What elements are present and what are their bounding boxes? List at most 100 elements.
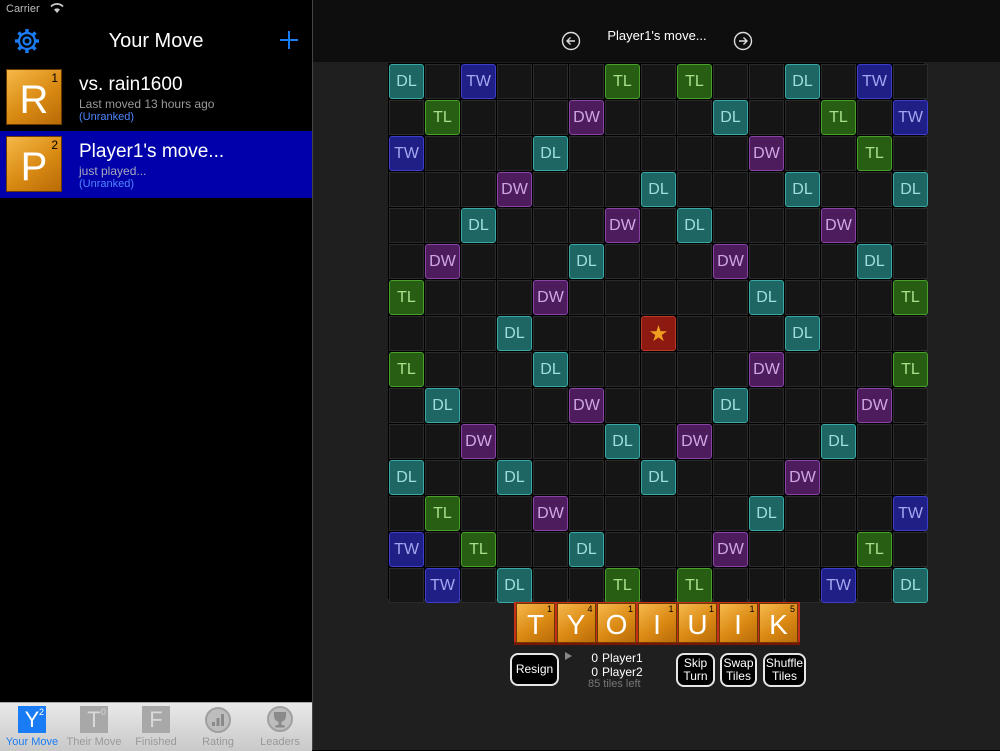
board-square[interactable] (461, 496, 496, 531)
bonus-square-dl[interactable]: DL (569, 244, 604, 279)
board-square[interactable] (389, 496, 424, 531)
board-square[interactable] (461, 388, 496, 423)
bonus-square-dw[interactable]: DW (713, 244, 748, 279)
bonus-square-dl[interactable]: DL (497, 460, 532, 495)
board-square[interactable] (713, 64, 748, 99)
bonus-square-dl[interactable]: DL (389, 460, 424, 495)
board-square[interactable] (857, 316, 892, 351)
board-square[interactable] (677, 172, 712, 207)
board-square[interactable] (425, 208, 460, 243)
board-square[interactable] (857, 352, 892, 387)
board-square[interactable] (461, 460, 496, 495)
board-square[interactable] (533, 208, 568, 243)
board-square[interactable] (785, 424, 820, 459)
board-square[interactable] (389, 244, 424, 279)
board-square[interactable] (821, 244, 856, 279)
rack-tile[interactable]: I1 (718, 603, 758, 643)
board-square[interactable] (497, 64, 532, 99)
tab-finished[interactable]: F Finished (125, 703, 187, 751)
board-square[interactable] (497, 388, 532, 423)
board-square[interactable] (821, 352, 856, 387)
rack-tile[interactable]: U1 (678, 603, 717, 643)
board-square[interactable] (425, 460, 460, 495)
bonus-square-tl[interactable]: TL (461, 532, 496, 567)
board-square[interactable] (533, 100, 568, 135)
tab-your-move[interactable]: Y2 Your Move (1, 703, 63, 751)
board-square[interactable] (821, 316, 856, 351)
board-square[interactable] (533, 424, 568, 459)
board-square[interactable] (749, 532, 784, 567)
board-square[interactable] (641, 352, 676, 387)
board-square[interactable] (713, 496, 748, 531)
board-square[interactable] (425, 136, 460, 171)
bonus-square-tl[interactable]: TL (893, 280, 928, 315)
board-square[interactable] (641, 280, 676, 315)
bonus-square-dl[interactable]: DL (713, 388, 748, 423)
board-square[interactable] (461, 172, 496, 207)
skip-turn-button[interactable]: Skip Turn (676, 653, 715, 687)
board-square[interactable] (641, 64, 676, 99)
board-square[interactable] (497, 496, 532, 531)
rack-tile[interactable]: I1 (637, 603, 677, 643)
board-square[interactable] (569, 496, 604, 531)
board-square[interactable] (785, 208, 820, 243)
board-square[interactable] (425, 532, 460, 567)
board-square[interactable] (461, 136, 496, 171)
board-square[interactable] (569, 460, 604, 495)
board-square[interactable] (497, 208, 532, 243)
tab-rating[interactable]: Rating (187, 703, 249, 751)
board-square[interactable] (497, 352, 532, 387)
board-square[interactable] (605, 316, 640, 351)
bonus-square-tl[interactable]: TL (389, 280, 424, 315)
bonus-square-dl[interactable]: DL (641, 172, 676, 207)
board-square[interactable] (749, 208, 784, 243)
board-square[interactable] (569, 136, 604, 171)
board-square[interactable] (677, 532, 712, 567)
board-square[interactable] (893, 460, 928, 495)
bonus-square-tw[interactable]: TW (461, 64, 496, 99)
board-square[interactable] (713, 208, 748, 243)
board-square[interactable] (857, 172, 892, 207)
bonus-square-dl[interactable]: DL (533, 136, 568, 171)
board-square[interactable] (821, 172, 856, 207)
bonus-square-tl[interactable]: TL (605, 568, 640, 603)
board-square[interactable] (497, 532, 532, 567)
board-square[interactable] (785, 352, 820, 387)
board-square[interactable] (389, 208, 424, 243)
game-row-selected[interactable]: P 2 Player1's move... just played... (Un… (0, 131, 312, 198)
board-square[interactable] (857, 280, 892, 315)
bonus-square-dw[interactable]: DW (857, 388, 892, 423)
board-square[interactable] (605, 352, 640, 387)
board-square[interactable] (821, 388, 856, 423)
bonus-square-tw[interactable]: TW (389, 136, 424, 171)
bonus-square-dl[interactable]: DL (461, 208, 496, 243)
board-square[interactable] (749, 316, 784, 351)
board-square[interactable] (533, 172, 568, 207)
board-square[interactable] (641, 568, 676, 603)
board-square[interactable] (605, 136, 640, 171)
bonus-square-tl[interactable]: TL (425, 496, 460, 531)
board-square[interactable] (497, 424, 532, 459)
bonus-square-dl[interactable]: DL (605, 424, 640, 459)
board-square[interactable] (713, 424, 748, 459)
board-square[interactable] (641, 388, 676, 423)
bonus-square-dw[interactable]: DW (569, 388, 604, 423)
board-square[interactable] (893, 64, 928, 99)
bonus-square-dw[interactable]: DW (749, 352, 784, 387)
bonus-square-dw[interactable]: DW (605, 208, 640, 243)
board-square[interactable] (749, 100, 784, 135)
bonus-square-tw[interactable]: TW (389, 532, 424, 567)
bonus-square-tl[interactable]: TL (821, 100, 856, 135)
bonus-square-dl[interactable]: DL (785, 172, 820, 207)
bonus-square-dl[interactable]: DL (893, 568, 928, 603)
tab-leaders[interactable]: Leaders (249, 703, 311, 751)
board-square[interactable] (677, 316, 712, 351)
bonus-square-tw[interactable]: TW (893, 100, 928, 135)
board-square[interactable] (713, 352, 748, 387)
bonus-square-dl[interactable]: DL (425, 388, 460, 423)
board-square[interactable] (785, 136, 820, 171)
bonus-square-tl[interactable]: TL (857, 136, 892, 171)
board-square[interactable] (821, 136, 856, 171)
next-move-icon[interactable] (733, 31, 753, 51)
bonus-square-dw[interactable]: DW (497, 172, 532, 207)
